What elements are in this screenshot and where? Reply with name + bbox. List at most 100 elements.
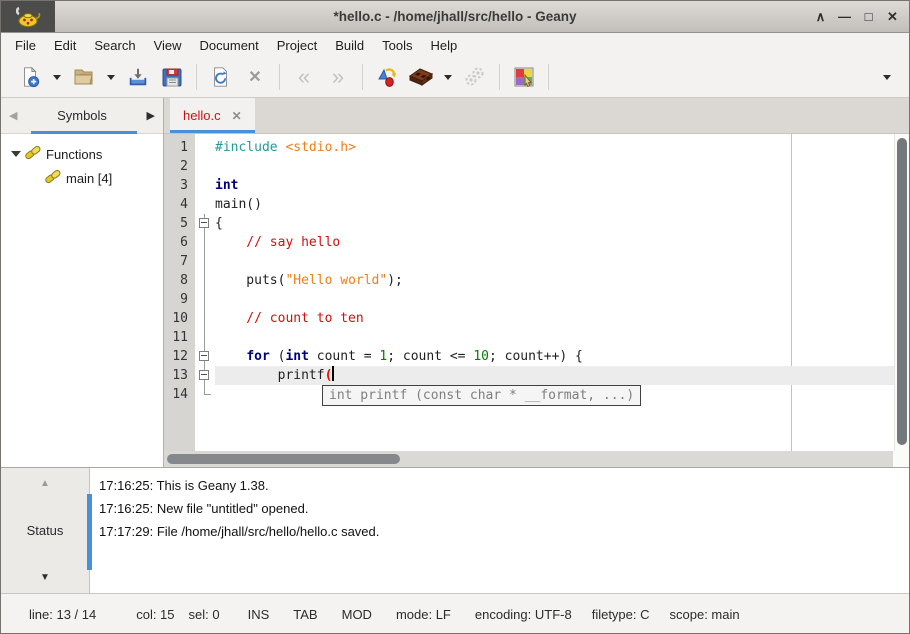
- sidebar-scroll-right-icon[interactable]: ▶: [147, 109, 155, 122]
- new-file-dropdown[interactable]: [47, 61, 67, 93]
- tabs-scroll-down-icon[interactable]: ▼: [1, 572, 89, 583]
- fold-margin-cell[interactable]: [195, 366, 215, 385]
- fold-margin-cell: [195, 252, 215, 271]
- sidebar-scroll-left-icon[interactable]: ◀: [9, 109, 17, 122]
- expander-icon[interactable]: [11, 151, 21, 162]
- fold-toggle-icon[interactable]: [199, 218, 209, 228]
- code-text: #include <stdio.h>: [215, 138, 894, 157]
- sidebar-tab-symbols[interactable]: ◀ Symbols ▶: [1, 98, 163, 134]
- toolbar-overflow-dropdown[interactable]: [877, 61, 897, 93]
- back-icon: «: [298, 67, 310, 87]
- close-button[interactable]: ✕: [884, 9, 901, 25]
- line-number[interactable]: 9: [164, 290, 195, 309]
- code-line[interactable]: 5{: [164, 214, 894, 233]
- line-number[interactable]: 11: [164, 328, 195, 347]
- fold-margin-cell[interactable]: [195, 347, 215, 366]
- code-line[interactable]: 13 printf(: [164, 366, 894, 385]
- line-number[interactable]: 3: [164, 176, 195, 195]
- symbol-label: main [4]: [66, 171, 112, 186]
- menu-item-view[interactable]: View: [145, 35, 191, 56]
- vertical-scrollbar-thumb[interactable]: [897, 138, 907, 445]
- symbol-tree-item-functions[interactable]: Functions: [1, 142, 163, 166]
- line-number[interactable]: 12: [164, 347, 195, 366]
- build-brick-icon: [407, 65, 435, 89]
- menu-item-project[interactable]: Project: [268, 35, 326, 56]
- menu-item-help[interactable]: Help: [422, 35, 467, 56]
- open-folder-icon: [72, 65, 96, 89]
- close-file-button[interactable]: ✕: [238, 61, 272, 93]
- code-line[interactable]: 9: [164, 290, 894, 309]
- nav-forward-button[interactable]: »: [321, 61, 355, 93]
- revert-button[interactable]: [204, 61, 238, 93]
- line-number[interactable]: 10: [164, 309, 195, 328]
- menu-item-search[interactable]: Search: [85, 35, 144, 56]
- build-button[interactable]: [404, 61, 438, 93]
- tab-status[interactable]: Status: [1, 523, 89, 538]
- message-panel-tabs: ▲ Status ▼: [1, 468, 89, 593]
- save-all-button[interactable]: [155, 61, 189, 93]
- line-number[interactable]: 1: [164, 138, 195, 157]
- color-chooser-icon: [512, 65, 536, 89]
- menu-item-document[interactable]: Document: [191, 35, 268, 56]
- statusbar-item: filetype: C: [592, 607, 650, 622]
- line-number[interactable]: 4: [164, 195, 195, 214]
- line-number[interactable]: 13: [164, 366, 195, 385]
- line-number[interactable]: 6: [164, 233, 195, 252]
- code-line[interactable]: 7: [164, 252, 894, 271]
- fold-margin-cell: [195, 233, 215, 252]
- maximize-button[interactable]: □: [860, 9, 877, 24]
- open-file-dropdown[interactable]: [101, 61, 121, 93]
- fold-toggle-icon[interactable]: [199, 370, 209, 380]
- line-number[interactable]: 14: [164, 385, 195, 404]
- code-editor[interactable]: 1 #include <stdio.h> 23 int 4 main()5{6 // sa…: [164, 134, 909, 451]
- code-line[interactable]: 4 main(): [164, 195, 894, 214]
- execute-button[interactable]: [458, 61, 492, 93]
- symbol-tree-item-main[interactable]: main [4]: [1, 166, 163, 190]
- fold-margin-cell: [195, 138, 215, 157]
- line-number[interactable]: 2: [164, 157, 195, 176]
- menu-item-edit[interactable]: Edit: [45, 35, 85, 56]
- fold-toggle-icon[interactable]: [199, 351, 209, 361]
- build-dropdown[interactable]: [438, 61, 458, 93]
- statusbar-item: MOD: [342, 607, 372, 622]
- statusbar-item: line: 13 / 14: [29, 607, 96, 622]
- menu-item-file[interactable]: File: [6, 35, 45, 56]
- line-number[interactable]: 5: [164, 214, 195, 233]
- code-line[interactable]: 10 // count to ten: [164, 309, 894, 328]
- tabs-scroll-up-icon[interactable]: ▲: [1, 478, 89, 489]
- vertical-scrollbar[interactable]: [894, 134, 909, 451]
- code-text: main(): [215, 195, 894, 214]
- status-messages: 17:16:25: This is Geany 1.38.17:16:25: N…: [89, 468, 909, 593]
- fold-margin-cell[interactable]: [195, 214, 215, 233]
- code-line[interactable]: 6 // say hello: [164, 233, 894, 252]
- color-chooser-button[interactable]: [507, 61, 541, 93]
- status-message: 17:16:25: This is Geany 1.38.: [99, 474, 909, 497]
- minimize-button[interactable]: —: [836, 9, 853, 24]
- code-text: int: [215, 176, 894, 195]
- toolbar-separator: [362, 64, 363, 90]
- code-line[interactable]: 12 for (int count = 1; count <= 10; coun…: [164, 347, 894, 366]
- new-file-icon: [19, 66, 41, 88]
- line-number[interactable]: 7: [164, 252, 195, 271]
- tab-close-icon[interactable]: ✕: [232, 109, 242, 123]
- code-line[interactable]: 3 int: [164, 176, 894, 195]
- menu-item-tools[interactable]: Tools: [373, 35, 421, 56]
- code-line[interactable]: 1 #include <stdio.h>: [164, 138, 894, 157]
- horizontal-scrollbar[interactable]: [164, 451, 893, 467]
- menu-item-build[interactable]: Build: [326, 35, 373, 56]
- open-file-button[interactable]: [67, 61, 101, 93]
- statusbar-item: mode: LF: [396, 607, 451, 622]
- nav-back-button[interactable]: «: [287, 61, 321, 93]
- window-menu-button[interactable]: [1, 1, 55, 32]
- active-panel-tab-indicator: [87, 494, 92, 570]
- new-file-button[interactable]: [13, 61, 47, 93]
- tab-hello-c[interactable]: hello.c ✕: [170, 98, 255, 133]
- shade-button[interactable]: ∧: [812, 9, 829, 25]
- code-line[interactable]: 11: [164, 328, 894, 347]
- code-line[interactable]: 8 puts("Hello world");: [164, 271, 894, 290]
- code-line[interactable]: 2: [164, 157, 894, 176]
- save-file-button[interactable]: [121, 61, 155, 93]
- horizontal-scrollbar-thumb[interactable]: [167, 454, 400, 464]
- line-number[interactable]: 8: [164, 271, 195, 290]
- compile-button[interactable]: [370, 61, 404, 93]
